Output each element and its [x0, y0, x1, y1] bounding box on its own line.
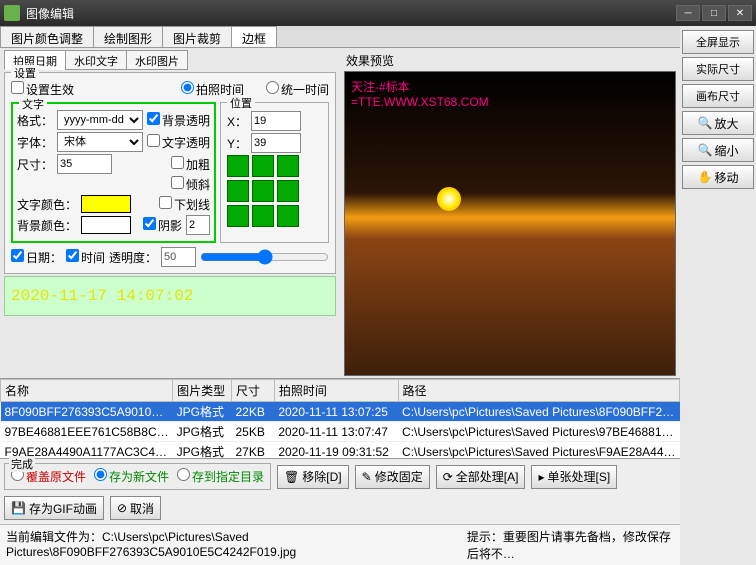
newfile-radio[interactable]: 存为新文件 — [94, 468, 169, 485]
underline-check[interactable]: 下划线 — [159, 196, 210, 213]
text-legend: 文字 — [19, 96, 47, 112]
bg-color-swatch[interactable] — [81, 216, 131, 234]
fullscreen-button[interactable]: 全屏显示 — [682, 30, 754, 54]
y-input[interactable] — [251, 133, 301, 153]
window-title: 图像编辑 — [26, 5, 74, 22]
hand-icon: ✋ — [698, 170, 713, 184]
process-icon: ⟳ — [443, 470, 453, 484]
move-button[interactable]: ✋移动 — [682, 165, 754, 189]
bg-trans-check[interactable]: 背景透明 — [147, 112, 210, 129]
x-input[interactable] — [251, 111, 301, 131]
zoom-out-icon: 🔍 — [698, 143, 713, 157]
sun-icon — [437, 187, 461, 211]
zoom-out-button[interactable]: 🔍缩小 — [682, 138, 754, 162]
process-all-button[interactable]: ⟳全部处理[A] — [436, 465, 526, 489]
size-input[interactable] — [57, 154, 112, 174]
zoom-in-button[interactable]: 🔍放大 — [682, 111, 754, 135]
status-left: 当前编辑文件为：C:\Users\pc\Pictures\Saved Pictu… — [6, 528, 447, 562]
edit-fix-button[interactable]: ✎修改固定 — [355, 465, 430, 489]
tab-color-adjust[interactable]: 图片颜色调整 — [0, 26, 94, 47]
todir-radio[interactable]: 存到指定目录 — [177, 468, 264, 485]
file-table: 名称 图片类型 尺寸 拍照时间 路径 8F090BFF276393C5A9010… — [0, 379, 680, 458]
close-button[interactable]: ✕ — [728, 5, 752, 21]
process-icon: ▸ — [538, 470, 544, 484]
zoom-in-icon: 🔍 — [698, 116, 713, 130]
shadow-input[interactable] — [186, 215, 210, 235]
date-check[interactable]: 日期： — [11, 249, 62, 266]
sample-text: 2020-11-17 14:07:02 — [4, 276, 336, 316]
minimize-button[interactable]: ─ — [676, 5, 700, 21]
preview-label: 效果预览 — [344, 50, 676, 71]
app-icon — [4, 5, 20, 21]
cancel-icon: ⊘ — [117, 501, 127, 515]
text-color-swatch[interactable] — [81, 195, 131, 213]
italic-check[interactable]: 倾斜 — [171, 176, 210, 193]
txt-trans-check[interactable]: 文字透明 — [147, 134, 210, 151]
process-single-button[interactable]: ▸单张处理[S] — [531, 465, 617, 489]
bold-check[interactable]: 加粗 — [171, 156, 210, 173]
tab-border[interactable]: 边框 — [231, 26, 277, 47]
trash-icon: 🗑 — [284, 470, 299, 484]
format-select[interactable]: yyyy-mm-dd — [57, 110, 143, 130]
settings-legend: 设置 — [11, 65, 39, 81]
position-grid[interactable] — [227, 155, 322, 227]
pencil-icon: ✎ — [362, 470, 372, 484]
table-row[interactable]: F9AE28A4490A1177AC3C4…JPG格式27KB2020-11-1… — [1, 442, 680, 459]
actual-size-button[interactable]: 实际尺寸 — [682, 57, 754, 81]
preview-canvas[interactable]: 天注-#标本 =TTE.WWW.XST68.COM — [344, 71, 676, 376]
canvas-size-button[interactable]: 画布尺寸 — [682, 84, 754, 108]
remove-button[interactable]: 🗑移除[D] — [277, 465, 349, 489]
position-legend: 位置 — [227, 95, 255, 111]
status-right: 提示：重要图片请事先备档，修改保存后将不… — [467, 528, 674, 562]
time-check[interactable]: 时间 — [66, 249, 105, 266]
opacity-slider[interactable] — [200, 249, 329, 265]
subtab-watermark-text[interactable]: 水印文字 — [65, 50, 127, 70]
tab-crop[interactable]: 图片裁剪 — [162, 26, 232, 47]
subtab-watermark-image[interactable]: 水印图片 — [126, 50, 188, 70]
save-icon: 💾 — [11, 501, 26, 515]
opacity-input[interactable] — [161, 247, 196, 267]
shadow-check[interactable]: 阴影 — [143, 217, 182, 234]
table-row[interactable]: 8F090BFF276393C5A9010…JPG格式22KB2020-11-1… — [1, 402, 680, 422]
tab-draw-shape[interactable]: 绘制图形 — [93, 26, 163, 47]
table-row[interactable]: 97BE46881EEE761C58B8C…JPG格式25KB2020-11-1… — [1, 422, 680, 442]
unified-time-radio[interactable]: 统一时间 — [266, 81, 329, 98]
maximize-button[interactable]: □ — [702, 5, 726, 21]
font-select[interactable]: 宋体 — [57, 132, 143, 152]
